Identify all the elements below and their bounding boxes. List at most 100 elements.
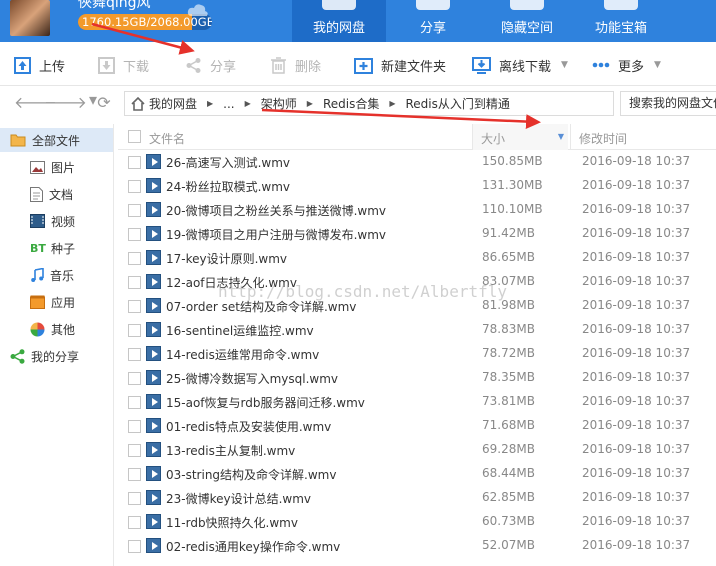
sidebar-item-torrents[interactable]: BT 种子: [0, 236, 114, 260]
file-name[interactable]: 19-微博项目之用户注册与微博发布.wmv: [166, 226, 386, 243]
chevron-right-icon: ▶: [389, 99, 396, 108]
table-row[interactable]: 11-rdb快照持久化.wmv 60.73MB 2016-09-18 10:37: [118, 510, 716, 534]
table-row[interactable]: 25-微博冷数据写入mysql.wmv 78.35MB 2016-09-18 10:…: [118, 366, 716, 390]
row-checkbox[interactable]: [128, 492, 141, 505]
table-row[interactable]: 23-微博key设计总结.wmv 62.85MB 2016-09-18 10:37: [118, 486, 716, 510]
row-checkbox[interactable]: [128, 396, 141, 409]
file-date: 2016-09-18 10:37: [582, 274, 691, 288]
breadcrumb-item-redis-collection[interactable]: Redis合集: [323, 95, 379, 112]
table-row[interactable]: 03-string结构及命令详解.wmv 68.44MB 2016-09-18 10…: [118, 462, 716, 486]
sidebar-item-all-files[interactable]: 全部文件: [0, 128, 114, 152]
row-checkbox[interactable]: [128, 420, 141, 433]
row-checkbox[interactable]: [128, 444, 141, 457]
column-header-size[interactable]: 大小 ▼: [472, 124, 568, 150]
chevron-right-icon: ▶: [207, 99, 214, 108]
share-button[interactable]: 分享: [185, 54, 236, 76]
tab-share[interactable]: 分享: [386, 0, 480, 42]
row-checkbox[interactable]: [128, 228, 141, 241]
avatar[interactable]: [10, 0, 50, 36]
file-name[interactable]: 15-aof恢复与rdb服务器间迁移.wmv: [166, 394, 365, 411]
table-row[interactable]: 02-redis通用key操作命令.wmv 52.07MB 2016-09-18 1…: [118, 534, 716, 558]
table-row[interactable]: 12-aof日志持久化.wmv 83.07MB 2016-09-18 10:37: [118, 270, 716, 294]
row-checkbox[interactable]: [128, 372, 141, 385]
file-name[interactable]: 11-rdb快照持久化.wmv: [166, 514, 298, 531]
row-checkbox[interactable]: [128, 348, 141, 361]
sidebar-item-label: 文档: [49, 187, 74, 202]
row-checkbox[interactable]: [128, 300, 141, 313]
offline-download-button[interactable]: 离线下载 ▼: [472, 54, 568, 76]
sidebar-item-label: 我的分享: [31, 349, 80, 364]
file-name[interactable]: 16-sentinel运维监控.wmv: [166, 322, 314, 339]
file-size: 81.98MB: [482, 298, 535, 312]
main-nav-tabs: 我的网盘 分享 隐藏空间 功能宝箱: [292, 0, 668, 42]
file-name[interactable]: 13-redis主从复制.wmv: [166, 442, 295, 459]
table-row[interactable]: 20-微博项目之粉丝关系与推送微博.wmv 110.10MB 2016-09-18 …: [118, 198, 716, 222]
chevron-down-icon[interactable]: ▼: [561, 60, 568, 70]
table-row[interactable]: 01-redis特点及安装使用.wmv 71.68MB 2016-09-18 10:…: [118, 414, 716, 438]
column-header-date[interactable]: 修改时间: [570, 124, 627, 150]
sidebar-item-my-shares[interactable]: 我的分享: [0, 344, 114, 368]
sidebar-item-other[interactable]: 其他: [0, 317, 114, 341]
table-row[interactable]: 19-微博项目之用户注册与微博发布.wmv 91.42MB 2016-09-18 1…: [118, 222, 716, 246]
breadcrumb-item-architect[interactable]: 架构师: [261, 95, 297, 112]
row-checkbox[interactable]: [128, 276, 141, 289]
toolbar: 上传 下载 分享 删除 新建文件夹 离线下载 ▼ 更多 ▼: [0, 42, 716, 86]
row-checkbox[interactable]: [128, 252, 141, 265]
refresh-icon[interactable]: ⟳: [95, 94, 113, 112]
file-name[interactable]: 25-微博冷数据写入mysql.wmv: [166, 370, 338, 387]
column-header-name[interactable]: 文件名: [149, 130, 185, 147]
select-all-checkbox[interactable]: [128, 130, 141, 143]
home-icon[interactable]: [131, 97, 145, 111]
breadcrumb-item-ellipsis[interactable]: ...: [223, 97, 234, 111]
sidebar-item-music[interactable]: 音乐: [0, 263, 114, 287]
table-row[interactable]: 24-粉丝拉取模式.wmv 131.30MB 2016-09-18 10:37: [118, 174, 716, 198]
sidebar-item-label: 视频: [51, 214, 76, 229]
table-row[interactable]: 17-key设计原则.wmv 86.65MB 2016-09-18 10:37: [118, 246, 716, 270]
row-checkbox[interactable]: [128, 180, 141, 193]
sidebar-item-label: 其他: [51, 322, 76, 337]
table-row[interactable]: 15-aof恢复与rdb服务器间迁移.wmv 73.81MB 2016-09-18 …: [118, 390, 716, 414]
video-file-icon: [146, 442, 161, 457]
back-arrow-icon[interactable]: 🡐: [14, 94, 57, 112]
file-name[interactable]: 07-order set结构及命令详解.wmv: [166, 298, 356, 315]
tab-my-netdisk[interactable]: 我的网盘: [292, 0, 386, 42]
row-checkbox[interactable]: [128, 540, 141, 553]
chevron-down-icon[interactable]: ▼: [654, 60, 661, 70]
file-name[interactable]: 26-高速写入测试.wmv: [166, 154, 290, 171]
breadcrumb-item-my-netdisk[interactable]: 我的网盘: [149, 95, 197, 112]
row-checkbox[interactable]: [128, 156, 141, 169]
file-name[interactable]: 24-粉丝拉取模式.wmv: [166, 178, 290, 195]
row-checkbox[interactable]: [128, 516, 141, 529]
table-row[interactable]: 26-高速写入测试.wmv 150.85MB 2016-09-18 10:37: [118, 150, 716, 174]
sidebar-item-videos[interactable]: 视频: [0, 209, 114, 233]
row-checkbox[interactable]: [128, 204, 141, 217]
tab-hidden-space[interactable]: 隐藏空间: [480, 0, 574, 42]
new-folder-button[interactable]: 新建文件夹: [354, 54, 446, 76]
file-name[interactable]: 02-redis通用key操作命令.wmv: [166, 538, 340, 555]
sidebar-item-apps[interactable]: 应用: [0, 290, 114, 314]
file-name[interactable]: 23-微博key设计总结.wmv: [166, 490, 311, 507]
hidden-space-icon: [510, 0, 544, 10]
upload-button[interactable]: 上传: [14, 54, 65, 76]
file-name[interactable]: 01-redis特点及安装使用.wmv: [166, 418, 331, 435]
table-row[interactable]: 13-redis主从复制.wmv 69.28MB 2016-09-18 10:37: [118, 438, 716, 462]
table-row[interactable]: 07-order set结构及命令详解.wmv 81.98MB 2016-09-18…: [118, 294, 716, 318]
forward-arrow-icon[interactable]: 🡒: [44, 94, 87, 112]
file-name[interactable]: 03-string结构及命令详解.wmv: [166, 466, 336, 483]
sidebar-item-documents[interactable]: 文档: [0, 182, 114, 206]
tab-toolbox[interactable]: 功能宝箱: [574, 0, 668, 42]
breadcrumb-item-current[interactable]: Redis从入门到精通: [406, 95, 510, 112]
table-row[interactable]: 16-sentinel运维监控.wmv 78.83MB 2016-09-18 10:…: [118, 318, 716, 342]
row-checkbox[interactable]: [128, 468, 141, 481]
file-name[interactable]: 17-key设计原则.wmv: [166, 250, 287, 267]
row-checkbox[interactable]: [128, 324, 141, 337]
delete-button[interactable]: 删除: [270, 54, 321, 76]
download-button[interactable]: 下载: [98, 54, 149, 76]
search-input[interactable]: 搜索我的网盘文件: [620, 91, 716, 116]
file-name[interactable]: 20-微博项目之粉丝关系与推送微博.wmv: [166, 202, 386, 219]
file-name[interactable]: 12-aof日志持久化.wmv: [166, 274, 297, 291]
file-name[interactable]: 14-redis运维常用命令.wmv: [166, 346, 319, 363]
sidebar-item-images[interactable]: 图片: [0, 155, 114, 179]
table-row[interactable]: 14-redis运维常用命令.wmv 78.72MB 2016-09-18 10:3…: [118, 342, 716, 366]
more-button[interactable]: 更多 ▼: [592, 54, 661, 76]
